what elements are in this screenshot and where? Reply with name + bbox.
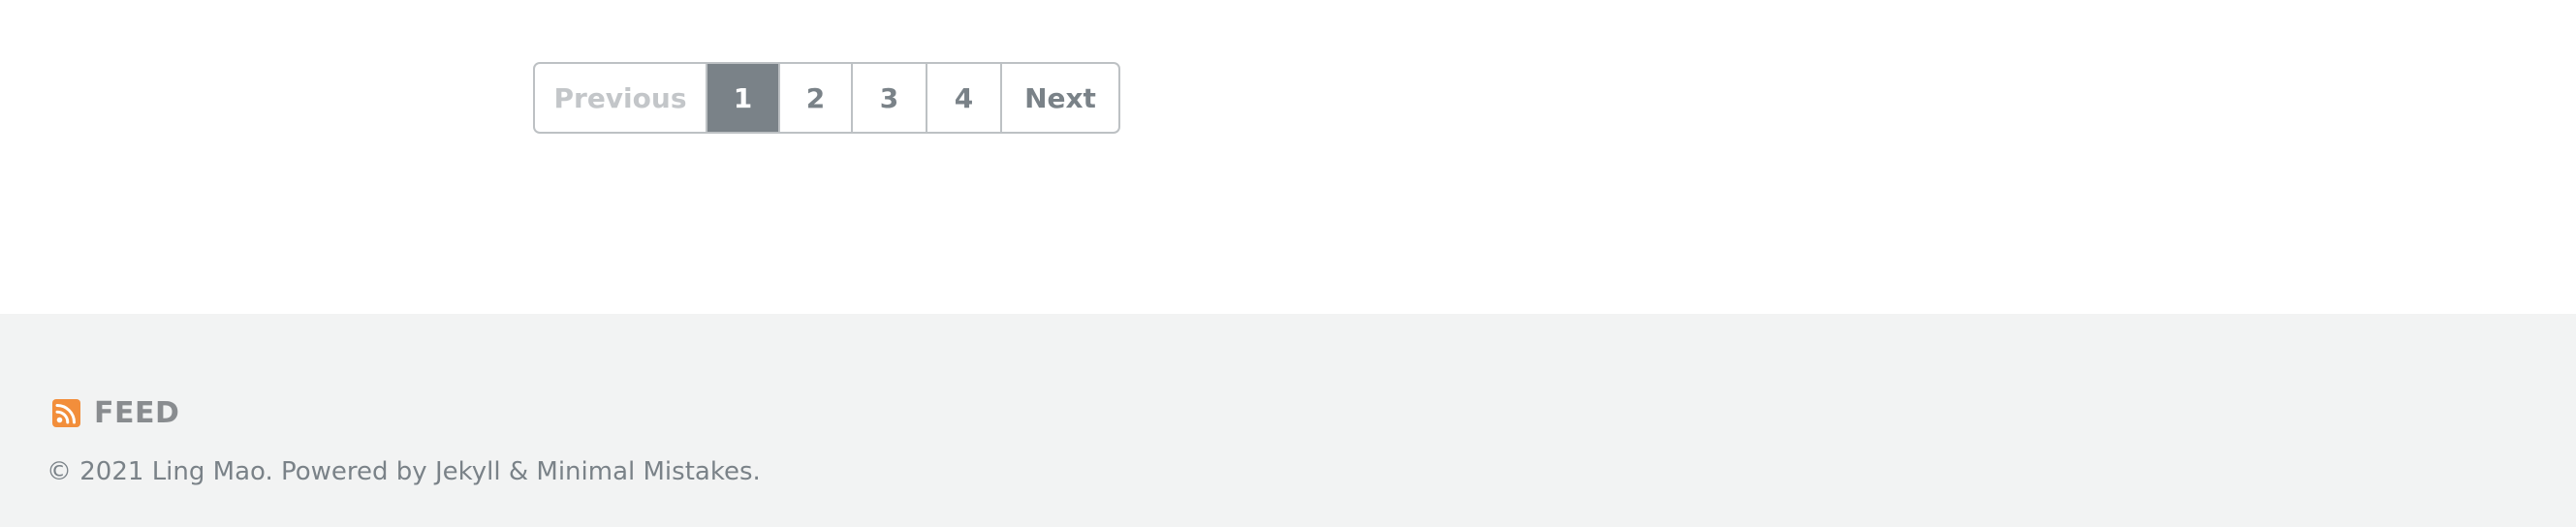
copyright-text: © 2021 Ling Mao. Powered by Jekyll & Min… xyxy=(47,457,761,486)
page-footer xyxy=(0,314,2576,527)
feed-link[interactable]: FEED xyxy=(52,396,179,430)
page-1-link[interactable]: 1 xyxy=(706,64,778,132)
page-3-link[interactable]: 3 xyxy=(851,64,926,132)
previous-page-button: Previous xyxy=(553,81,687,114)
main-content: Previous 1 2 3 4 Next xyxy=(0,0,2576,314)
next-page-button[interactable]: Next xyxy=(1000,64,1118,132)
page-4-link[interactable]: 4 xyxy=(926,64,1000,132)
page: Previous 1 2 3 4 Next FEED © 2021 Ling M… xyxy=(0,0,2576,527)
pagination: Previous 1 2 3 4 Next xyxy=(533,62,1120,134)
rss-icon xyxy=(52,399,80,427)
feed-label: FEED xyxy=(94,396,180,430)
page-2-link[interactable]: 2 xyxy=(778,64,851,132)
